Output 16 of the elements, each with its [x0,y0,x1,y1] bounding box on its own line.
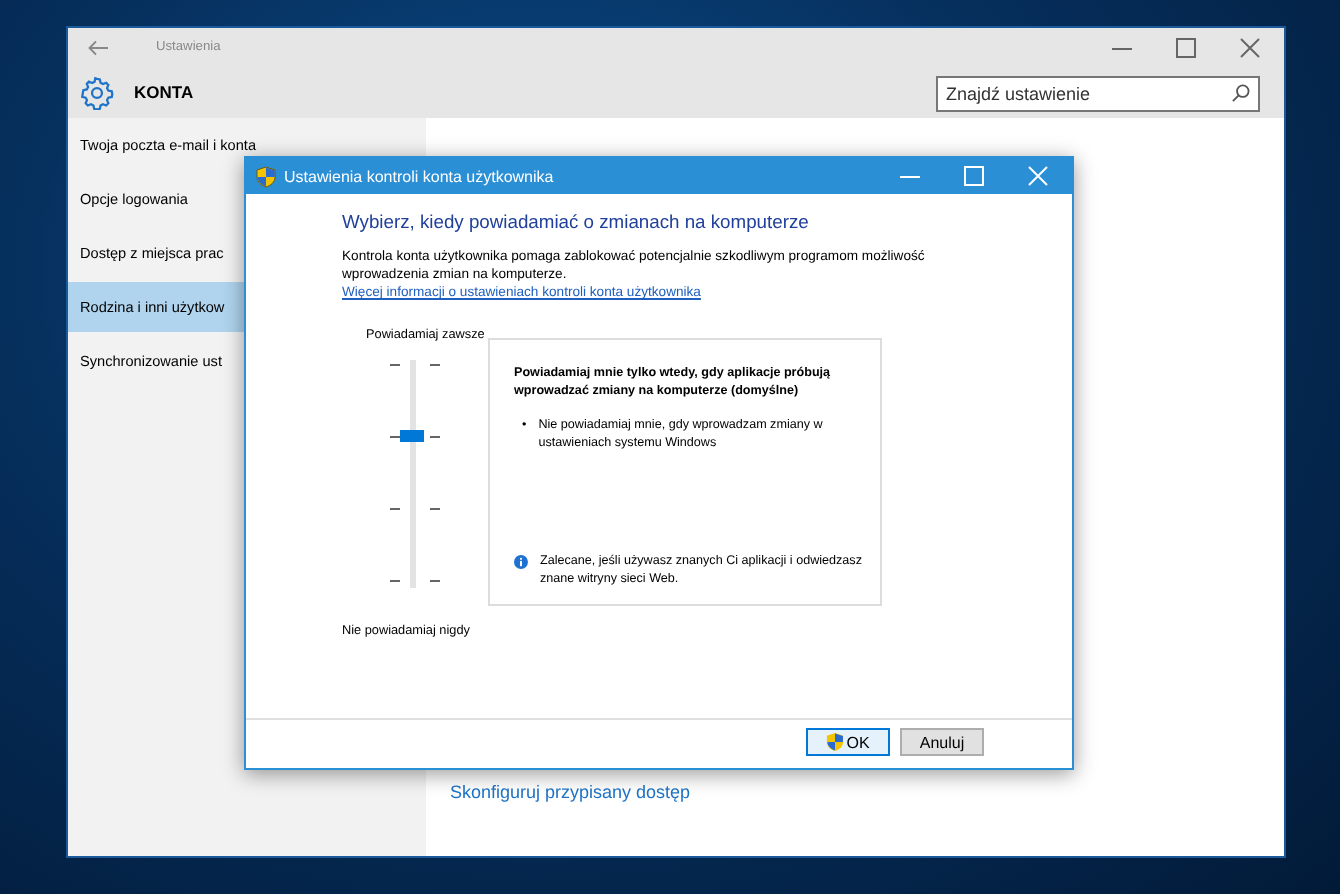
dialog-heading: Wybierz, kiedy powiadamiać o zmianach na komputerze [342,210,809,232]
shield-icon [256,165,276,187]
cancel-button[interactable]: Anuluj [900,728,984,756]
dialog-title: Ustawienia kontroli konta użytkownika [284,167,556,185]
gear-icon [80,75,114,109]
shield-icon [826,732,845,752]
slider-thumb[interactable] [400,430,424,443]
section-title: KONTA [134,82,196,102]
info-icon [514,552,528,572]
ok-button[interactable]: OK [806,728,890,756]
assigned-access-link[interactable]: Skonfiguruj przypisany dostęp [450,782,691,802]
search-icon [1232,83,1250,101]
search-field[interactable]: Znajdź ustawienie [936,76,1260,112]
maximize-icon[interactable] [1176,37,1196,57]
back-arrow-icon[interactable] [88,39,108,55]
close-icon[interactable] [1240,37,1260,57]
